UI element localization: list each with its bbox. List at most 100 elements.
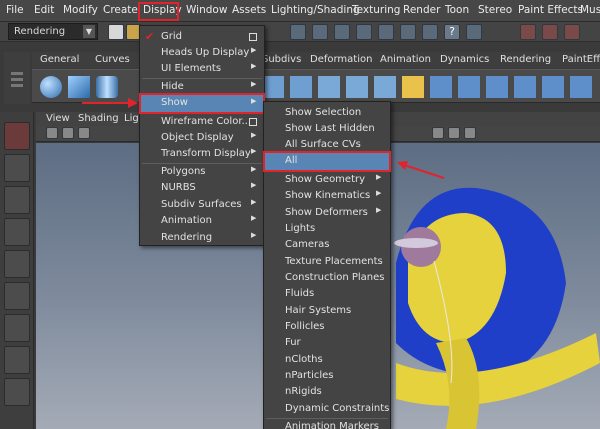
menu-set-selector[interactable]: Rendering ▼ (8, 23, 98, 40)
menu-item-nparticles[interactable]: nParticles (264, 368, 390, 384)
rotate-tool-icon[interactable] (4, 250, 30, 278)
menu-item-cameras[interactable]: Cameras (264, 237, 390, 253)
four-view-icon[interactable] (4, 378, 30, 406)
menu-lighting-shading[interactable]: Lighting/Shading (271, 4, 360, 16)
menu-item-show-deformers[interactable]: Show Deformers ▶ (264, 205, 390, 221)
camera-attributes-icon[interactable] (46, 127, 58, 139)
bend-icon[interactable] (346, 76, 368, 98)
menu-item-polygons[interactable]: Polygons ▶ (140, 164, 264, 180)
render-view-icon[interactable] (564, 24, 580, 40)
render-settings-icon[interactable] (466, 24, 482, 40)
history-icon[interactable] (400, 24, 416, 40)
cube-icon[interactable] (68, 76, 90, 98)
menu-item-all[interactable]: All (263, 151, 391, 172)
menu-item-nurbs[interactable]: NURBS ▶ (140, 180, 264, 196)
star-icon[interactable] (402, 76, 424, 98)
menu-item-show[interactable]: Show ▶ (139, 93, 265, 114)
menu-item-dynamic-constraints[interactable]: Dynamic Constraints (264, 401, 390, 417)
option-box-icon[interactable] (249, 118, 257, 126)
shelf-handle[interactable] (4, 52, 30, 104)
subdiv-icon[interactable] (262, 76, 284, 98)
option-box-icon[interactable] (249, 33, 257, 41)
viewport-menu-shading[interactable]: Shading (78, 113, 119, 124)
snap-view-icon[interactable] (356, 24, 372, 40)
snap-curve-icon[interactable] (312, 24, 328, 40)
menu-item-animation[interactable]: Animation ▶ (140, 213, 264, 229)
shelf-tab-painteffects[interactable]: PaintEffe (562, 52, 600, 68)
sphere-icon[interactable] (40, 76, 62, 98)
wire-icon[interactable] (486, 76, 508, 98)
menu-item-show-selection[interactable]: Show Selection (264, 105, 390, 121)
menu-item-rendering[interactable]: Rendering ▶ (140, 230, 264, 246)
menu-item-ui-elements[interactable]: UI Elements ▶ (140, 61, 264, 77)
snap-point-icon[interactable] (334, 24, 350, 40)
xray-joints-icon[interactable] (464, 127, 476, 139)
menu-item-nrigids[interactable]: nRigids (264, 384, 390, 400)
menu-item-texture-placements[interactable]: Texture Placements (264, 254, 390, 270)
menu-item-follicles[interactable]: Follicles (264, 319, 390, 335)
menu-item-fluids[interactable]: Fluids (264, 286, 390, 302)
menu-edit[interactable]: Edit (34, 4, 54, 16)
menu-item-animation-markers[interactable]: Animation Markers (264, 419, 390, 429)
sculpt-icon[interactable] (542, 76, 564, 98)
jiggle-icon[interactable] (570, 76, 592, 98)
menu-file[interactable]: File (6, 4, 24, 16)
menu-assets[interactable]: Assets (232, 4, 266, 16)
menu-texturing[interactable]: Texturing (352, 4, 400, 16)
bookmarks-icon[interactable] (62, 127, 74, 139)
snap-surface-icon[interactable] (378, 24, 394, 40)
shelf-tab-dynamics[interactable]: Dynamics (440, 52, 489, 68)
components-icon[interactable] (422, 24, 438, 40)
menu-item-lights[interactable]: Lights (264, 221, 390, 237)
lasso-tool-icon[interactable] (4, 154, 30, 182)
select-tool-icon[interactable] (4, 122, 30, 150)
shelf-tab-deformation[interactable]: Deformation (310, 52, 372, 68)
move-tool-icon[interactable] (4, 218, 30, 246)
menu-item-hair-systems[interactable]: Hair Systems (264, 303, 390, 319)
menu-render[interactable]: Render (403, 4, 440, 16)
menu-item-object-display[interactable]: Object Display ▶ (140, 130, 264, 146)
menu-modify[interactable]: Modify (63, 4, 98, 16)
single-view-icon[interactable] (4, 346, 30, 374)
image-plane-icon[interactable] (78, 127, 90, 139)
menu-window[interactable]: Window (186, 4, 227, 16)
render-frame-icon[interactable] (520, 24, 536, 40)
menu-item-fur[interactable]: Fur (264, 335, 390, 351)
cylinder-icon[interactable] (96, 76, 118, 98)
menu-item-construction-planes[interactable]: Construction Planes (264, 270, 390, 286)
isolate-select-icon[interactable] (432, 127, 444, 139)
menu-item-hide[interactable]: Hide ▶ (140, 79, 264, 95)
menu-item-show-geometry[interactable]: Show Geometry ▶ (264, 172, 390, 188)
new-scene-icon[interactable] (108, 24, 124, 40)
menu-stereo[interactable]: Stereo (478, 4, 512, 16)
wrap-icon[interactable] (458, 76, 480, 98)
wrinkle-icon[interactable] (514, 76, 536, 98)
menu-toon[interactable]: Toon (445, 4, 469, 16)
menu-item-show-last-hidden[interactable]: Show Last Hidden (264, 121, 390, 137)
menu-item-show-kinematics[interactable]: Show Kinematics ▶ (264, 188, 390, 204)
menu-item-ncloths[interactable]: nCloths (264, 352, 390, 368)
menu-item-subdiv-surfaces[interactable]: Subdiv Surfaces ▶ (140, 197, 264, 213)
shelf-tab-curves[interactable]: Curves (95, 52, 130, 68)
menu-create[interactable]: Create (103, 4, 138, 16)
menu-item-heads-up-display[interactable]: Heads Up Display ▶ (140, 45, 264, 61)
xray-icon[interactable] (448, 127, 460, 139)
manipulator-tool-icon[interactable] (4, 314, 30, 342)
subdiv-cube-icon[interactable] (290, 76, 312, 98)
scale-tool-icon[interactable] (4, 282, 30, 310)
shelf-tab-general[interactable]: General (40, 52, 79, 68)
help-icon[interactable]: ? (444, 24, 460, 40)
shelf-tab-subdivs[interactable]: Subdivs (262, 52, 301, 68)
lattice-icon[interactable] (318, 76, 340, 98)
move-tool-icon[interactable] (290, 24, 306, 40)
shelf-tab-rendering[interactable]: Rendering (500, 52, 551, 68)
cluster-icon[interactable] (430, 76, 452, 98)
menu-item-all-surface-cvs[interactable]: All Surface CVs (264, 137, 390, 153)
ipr-render-icon[interactable] (542, 24, 558, 40)
menu-item-transform-display[interactable]: Transform Display ▶ (140, 146, 264, 162)
menu-item-grid[interactable]: ✔ Grid (140, 29, 264, 45)
twist-icon[interactable] (374, 76, 396, 98)
menu-muscle[interactable]: Muscle (580, 4, 600, 16)
menu-paint-effects[interactable]: Paint Effects (518, 4, 583, 16)
viewport-menu-view[interactable]: View (46, 113, 70, 124)
